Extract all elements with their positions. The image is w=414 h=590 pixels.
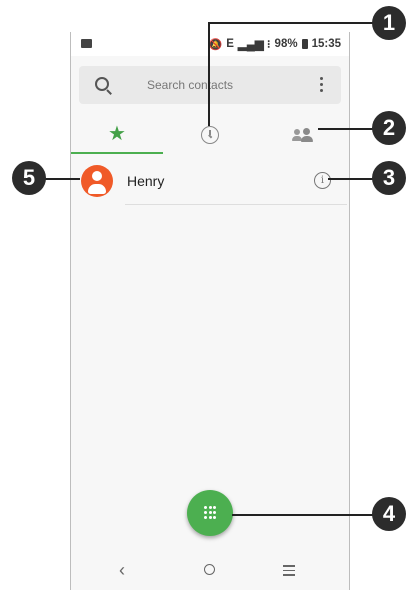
contact-name: Henry xyxy=(127,173,165,189)
callout-1: 1 xyxy=(372,6,406,40)
clock-icon xyxy=(201,126,219,144)
recent-apps-icon[interactable] xyxy=(283,565,295,576)
callout-3: 3 xyxy=(372,161,406,195)
tab-favorites[interactable]: ★ xyxy=(71,116,163,154)
favorite-contact-row[interactable]: Henry i xyxy=(71,158,349,204)
callout-1-line xyxy=(208,22,380,24)
callout-5-line xyxy=(44,178,80,180)
navigation-bar: ‹ xyxy=(71,550,349,590)
avatar[interactable] xyxy=(81,165,113,197)
battery-level: 98% xyxy=(274,38,298,50)
callout-5: 5 xyxy=(12,161,46,195)
home-icon[interactable] xyxy=(204,564,215,575)
dialpad-icon xyxy=(204,506,216,520)
callout-3-line xyxy=(328,178,378,180)
mute-icon: 🔕 xyxy=(208,38,223,51)
image-icon xyxy=(81,39,92,48)
clock-time: 15:35 xyxy=(311,38,341,50)
back-icon[interactable]: ‹ xyxy=(119,560,125,581)
network-type: E xyxy=(226,38,234,50)
search-input[interactable]: Search contacts xyxy=(147,78,233,92)
tab-bar: ★ xyxy=(71,116,349,154)
search-bar[interactable]: Search contacts xyxy=(79,66,341,104)
search-icon xyxy=(95,77,109,91)
tab-recents[interactable] xyxy=(164,116,256,154)
star-icon: ★ xyxy=(108,123,126,145)
callout-1-line-vertical xyxy=(208,22,210,126)
phone-screen: 🔕 E ▂▄▆ ⁝ 98% 15:35 Search contacts ★ He… xyxy=(70,32,350,590)
battery-icon xyxy=(301,39,308,49)
signal-icon: ▂▄▆ ⁝ xyxy=(237,39,271,51)
tab-contacts[interactable] xyxy=(257,116,349,154)
info-icon[interactable]: i xyxy=(314,172,331,189)
more-vert-icon[interactable] xyxy=(319,77,323,93)
people-icon xyxy=(292,128,314,142)
status-right-group: 🔕 E ▂▄▆ ⁝ 98% 15:35 xyxy=(208,37,341,51)
dialpad-button[interactable] xyxy=(187,490,233,536)
callout-2: 2 xyxy=(372,111,406,145)
callout-4: 4 xyxy=(372,497,406,531)
callout-2-line xyxy=(318,128,378,130)
divider xyxy=(125,204,347,205)
status-bar: 🔕 E ▂▄▆ ⁝ 98% 15:35 xyxy=(71,32,349,56)
callout-4-line xyxy=(232,514,378,516)
